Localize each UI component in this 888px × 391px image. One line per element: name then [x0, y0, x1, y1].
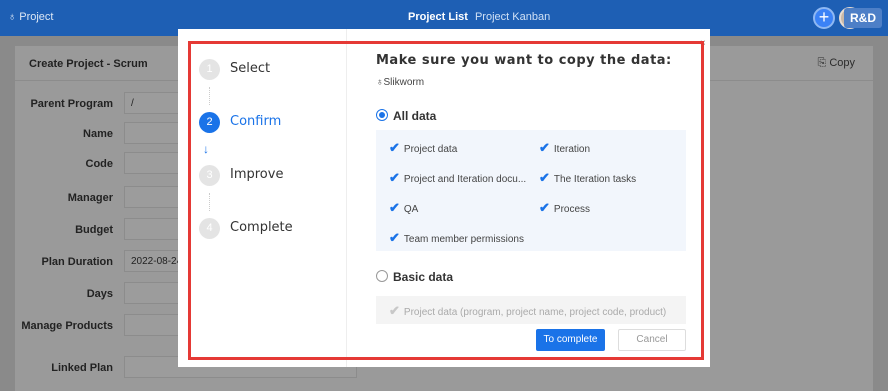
copy-icon: ⎘	[817, 57, 830, 69]
all-data-items: ✔ Project data ✔ Iteration ✔ Project and It…	[376, 130, 686, 251]
step-number: 1	[199, 59, 220, 80]
step-connector	[209, 193, 210, 211]
field-label: Manager	[67, 192, 113, 204]
project-icon: ♁	[8, 11, 17, 23]
check-icon: ✔	[389, 303, 400, 318]
check-icon: ✔	[539, 200, 550, 215]
project-name-label: Slikworm	[383, 77, 425, 88]
data-item-label: Process	[553, 204, 591, 215]
nav-project-kanban[interactable]: Project Kanban	[475, 11, 550, 23]
check-icon: ✔	[539, 140, 550, 155]
data-item: ✔ Team member permissions	[389, 230, 524, 246]
field-label: Days	[86, 288, 113, 300]
data-item: ✔ Iteration	[539, 140, 590, 156]
field-label: Budget	[75, 224, 113, 236]
data-item-label: Iteration	[553, 144, 591, 155]
top-nav: Project List Project Kanban	[408, 11, 550, 23]
project-name: ♁Slikworm	[376, 77, 424, 88]
check-icon: ✔	[389, 200, 400, 215]
check-icon: ✔	[389, 170, 400, 185]
step-label: Confirm	[230, 114, 282, 129]
cancel-button[interactable]: Cancel	[618, 329, 686, 351]
basic-data-label[interactable]: Basic data	[393, 270, 453, 284]
all-data-radio[interactable]	[376, 109, 388, 121]
field-label: Code	[85, 158, 114, 170]
step-label: Select	[230, 61, 271, 76]
data-item-label: The Iteration tasks	[553, 174, 637, 185]
data-item: ✔ Project data (program, project name, pr…	[389, 303, 666, 319]
data-item-label: Project and Iteration docu...	[403, 174, 527, 185]
to-complete-button[interactable]: To complete	[536, 329, 605, 351]
all-data-label[interactable]: All data	[393, 109, 436, 123]
field-label: Plan Duration	[41, 256, 113, 268]
check-icon: ✔	[389, 140, 400, 155]
basic-data-radio[interactable]	[376, 270, 388, 282]
add-button[interactable]: +	[813, 7, 835, 29]
data-item: ✔ Project data	[389, 140, 457, 156]
field-label: Parent Program	[30, 98, 113, 110]
step-connector	[209, 87, 210, 105]
nav-project-list[interactable]: Project List	[408, 11, 468, 23]
step-number: 4	[199, 218, 220, 239]
confirm-title: Make sure you want to copy the data:	[376, 53, 672, 68]
data-item: ✔ Process	[539, 200, 590, 216]
step-list: 1 Select 2 Confirm ↓ 3 Improve 4 Complet…	[178, 29, 347, 367]
field-label: Name	[83, 128, 113, 140]
brand[interactable]: ♁ Project	[8, 11, 54, 23]
check-icon: ✔	[539, 170, 550, 185]
team-badge[interactable]: R&D	[844, 8, 882, 28]
close-icon[interactable]: ×	[700, 38, 706, 49]
data-item-label: Team member permissions	[403, 234, 524, 245]
data-item-label: Project data (program, project name, pro…	[403, 307, 667, 318]
check-icon: ✔	[389, 230, 400, 245]
page-title: Create Project - Scrum	[29, 58, 148, 70]
confirm-content: Make sure you want to copy the data: ♁Sl…	[376, 29, 696, 367]
copy-button[interactable]: ⎘ Copy	[817, 57, 855, 70]
data-item-label: QA	[403, 204, 419, 215]
field-label: Manage Products	[21, 320, 113, 332]
data-item-label: Project data	[403, 144, 458, 155]
data-item: ✔ QA	[389, 200, 418, 216]
step-number: 2	[199, 112, 220, 133]
data-item: ✔ The Iteration tasks	[539, 170, 636, 186]
arrow-down-icon: ↓	[203, 142, 209, 156]
copy-label: Copy	[829, 57, 855, 69]
brand-label: Project	[19, 11, 54, 23]
basic-data-items: ✔ Project data (program, project name, pr…	[376, 296, 686, 324]
field-label: Linked Plan	[51, 362, 113, 374]
step-label: Complete	[230, 220, 293, 235]
step-number: 3	[199, 165, 220, 186]
project-icon: ♁	[376, 77, 384, 88]
data-item: ✔ Project and Iteration docu...	[389, 170, 526, 186]
step-label: Improve	[230, 167, 284, 182]
